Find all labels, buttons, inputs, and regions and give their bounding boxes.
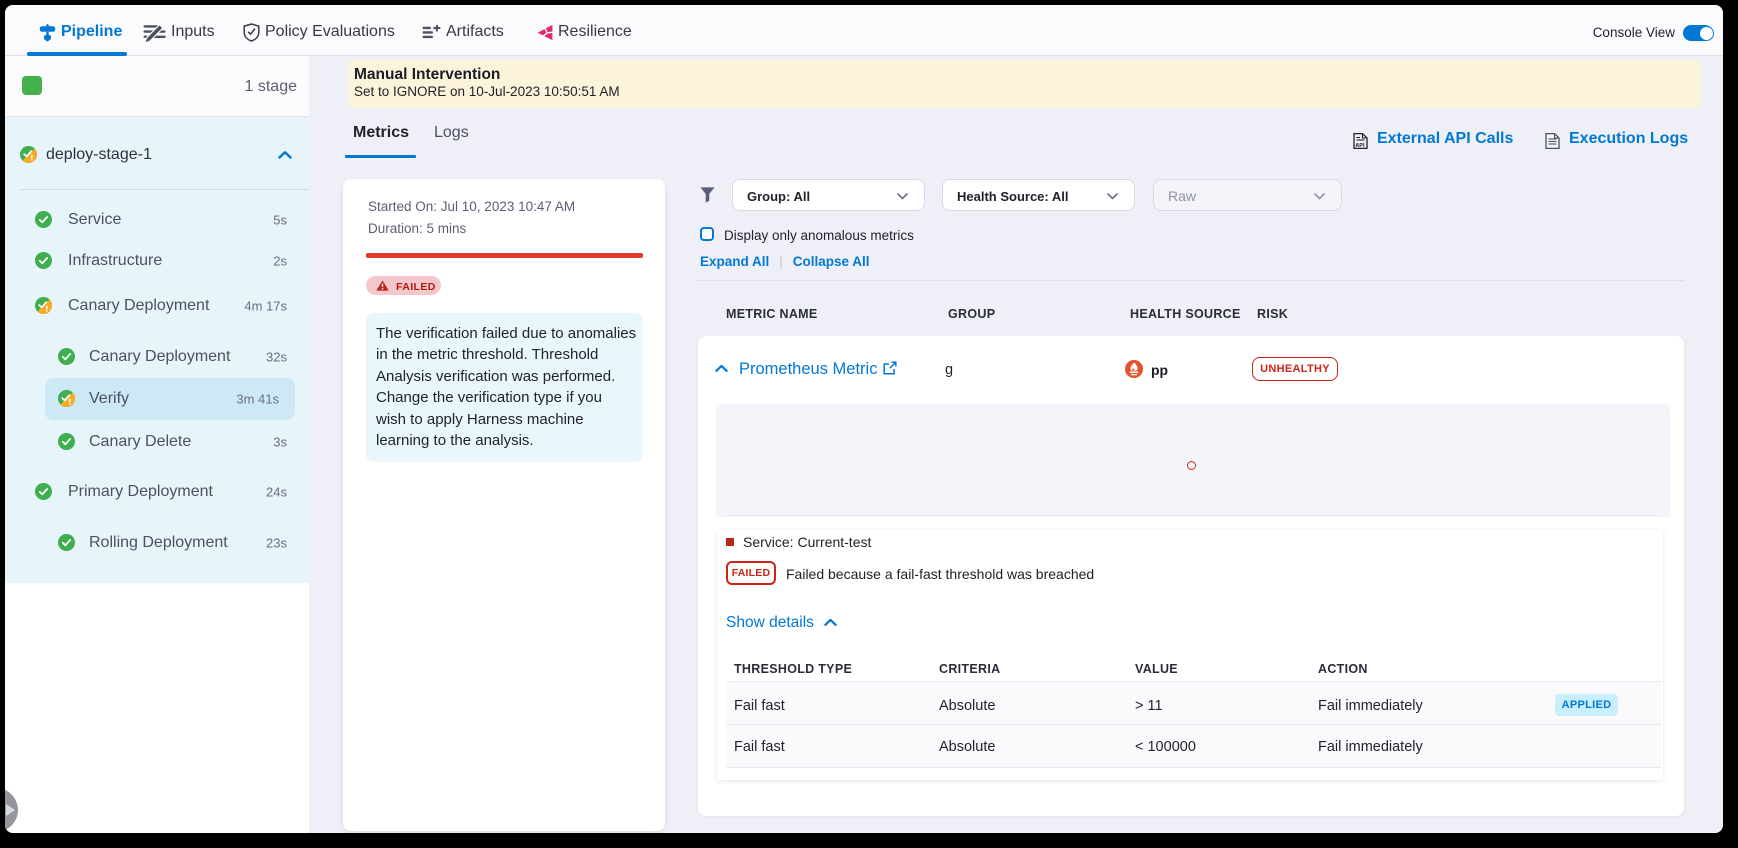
svg-text:API: API <box>1355 143 1365 149</box>
